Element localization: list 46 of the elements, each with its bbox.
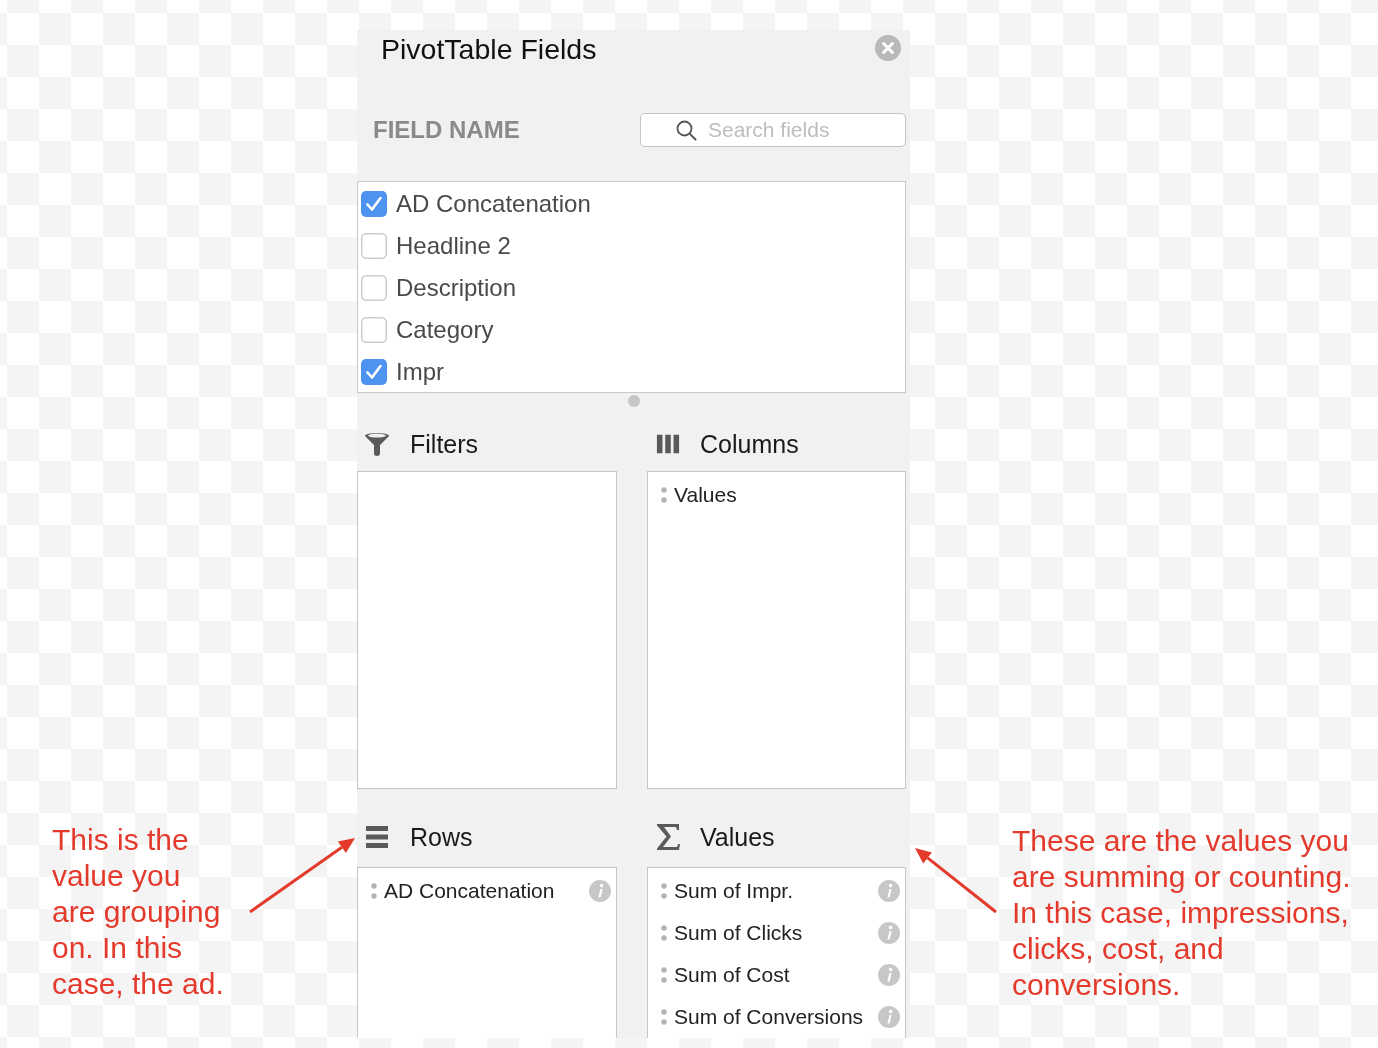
- panel-title: PivotTable Fields: [381, 32, 597, 66]
- rows-icon: [366, 826, 388, 848]
- info-icon[interactable]: [878, 922, 900, 944]
- search-icon: [676, 120, 697, 141]
- info-icon[interactable]: [878, 880, 900, 902]
- field-item[interactable]: Sum of Conversions: [674, 1005, 864, 1029]
- field-name[interactable]: AD Concatenation: [396, 190, 591, 218]
- drag-handle-icon[interactable]: [661, 925, 667, 941]
- search-field[interactable]: Search fields: [640, 113, 906, 147]
- field-item[interactable]: Sum of Impr.: [674, 879, 794, 903]
- checkbox[interactable]: [361, 233, 387, 259]
- area-title: Rows: [410, 822, 473, 852]
- field-name[interactable]: Headline 2: [396, 232, 511, 260]
- drag-handle-icon[interactable]: [661, 967, 667, 983]
- drag-handle-icon[interactable]: [661, 1009, 667, 1025]
- checkbox[interactable]: [361, 191, 387, 217]
- field-item[interactable]: AD Concatenation: [384, 879, 555, 903]
- drag-handle-icon[interactable]: [371, 883, 377, 899]
- sigma-icon: [656, 824, 680, 850]
- close-icon[interactable]: [875, 35, 901, 61]
- checkbox[interactable]: [361, 359, 387, 385]
- drag-handle-icon[interactable]: [661, 487, 667, 503]
- annotation-text: These are the values you are summing or counting. In this case, impressions, clicks, cost, and conversions.: [1012, 823, 1352, 1003]
- field-name[interactable]: Description: [396, 274, 517, 302]
- field-item[interactable]: Sum of Clicks: [674, 921, 803, 945]
- checkbox[interactable]: [361, 275, 387, 301]
- drop-area[interactable]: AD Concatenation: [357, 867, 617, 1038]
- annotation-text: This is the value you are grouping on. In this case, the ad.: [52, 822, 225, 1002]
- drop-area[interactable]: Values: [647, 471, 906, 789]
- resize-handle[interactable]: [627, 395, 640, 407]
- info-icon[interactable]: [878, 1006, 900, 1028]
- drag-handle-icon[interactable]: [661, 883, 667, 899]
- field-name[interactable]: Category: [396, 316, 494, 344]
- checkbox[interactable]: [361, 317, 387, 343]
- drop-area[interactable]: Sum of Impr. Sum of Clicks Sum of Cost Sum of Conversions: [647, 867, 906, 1038]
- section-label: FIELD NAME: [373, 116, 520, 144]
- area-title: Values: [700, 822, 775, 852]
- info-icon[interactable]: [878, 964, 900, 986]
- area-title: Columns: [700, 429, 799, 459]
- info-icon[interactable]: [589, 880, 611, 902]
- area-title: Filters: [410, 429, 479, 459]
- drop-area[interactable]: [357, 471, 617, 789]
- field-item[interactable]: Values: [674, 483, 737, 507]
- funnel-icon: [364, 431, 390, 457]
- field-name[interactable]: Impr: [396, 358, 444, 386]
- field-item[interactable]: Sum of Cost: [674, 963, 790, 987]
